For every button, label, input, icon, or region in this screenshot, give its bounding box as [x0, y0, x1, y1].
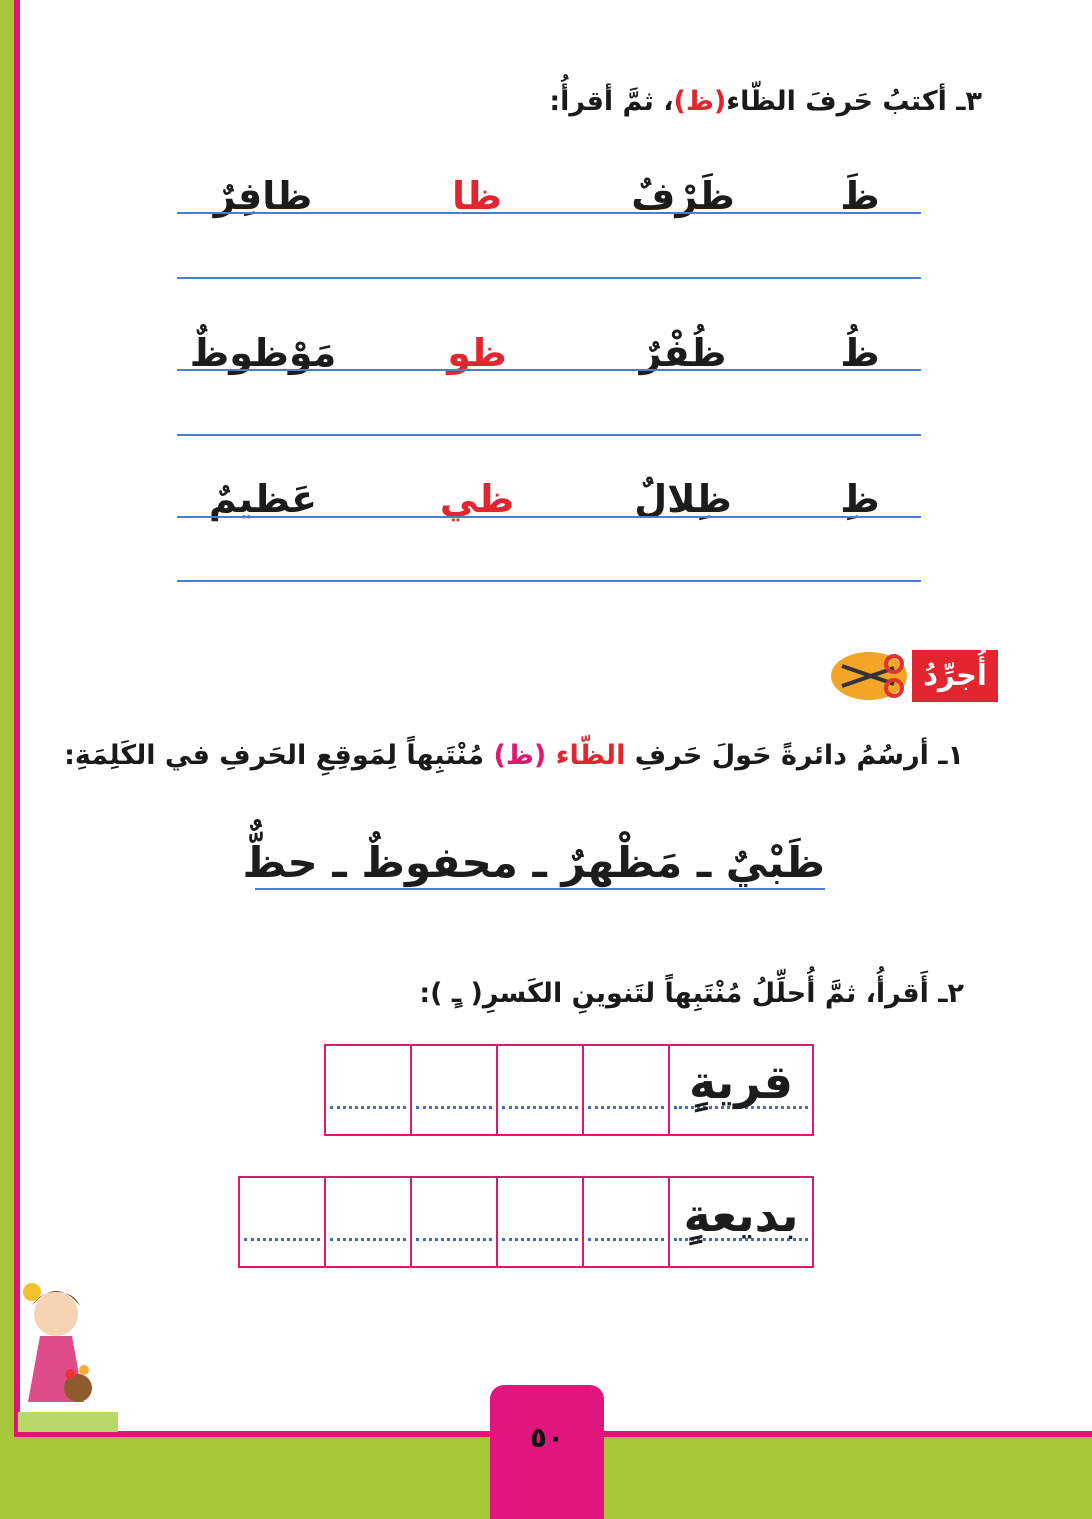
section1-heading-red: الظّاء — [555, 740, 626, 771]
section1-heading: ١ـ أرسُمُ دائرةً حَولَ حَرفِ الظّاء (ظ) … — [64, 740, 964, 771]
girl-illustration — [18, 1262, 118, 1432]
section3-heading-letter: (ظ) — [673, 86, 727, 117]
writing-line — [177, 516, 921, 518]
grid-cell[interactable] — [582, 1044, 670, 1136]
section1-heading-suffix: مُنْتَبِهاً لِمَوقِعِ الحَرفِ في الكَلِم… — [64, 740, 485, 771]
row3-syllable: ظي — [439, 477, 515, 521]
section3-heading-suffix: ، ثمَّ أقرأُ: — [549, 86, 674, 117]
writing-line — [177, 580, 921, 582]
scissors-icon — [828, 648, 910, 704]
section1-heading-text: ١ـ أرسُمُ دائرةً حَولَ حَرفِ — [634, 740, 964, 771]
word-qarya: قريةٍ — [689, 1055, 793, 1109]
section1-heading-letter: (ظ) — [493, 740, 547, 771]
word-badia: بديعةٍ — [683, 1188, 799, 1242]
section-tag: أُجرِّدُ — [912, 650, 998, 702]
grid-cell[interactable] — [496, 1044, 584, 1136]
grid-cell[interactable] — [238, 1176, 326, 1268]
left-border-band — [0, 0, 14, 1519]
writing-line — [255, 888, 825, 890]
grid-cell[interactable] — [496, 1176, 584, 1268]
section3-heading-text: ٣ـ أكتبُ حَرفَ الظّاء — [726, 86, 982, 117]
row3-letter: ظِ — [840, 477, 880, 521]
grid-cell[interactable] — [324, 1176, 412, 1268]
grid-cell[interactable] — [410, 1176, 498, 1268]
writing-line — [177, 434, 921, 436]
section3-heading: ٣ـ أكتبُ حَرفَ الظّاء(ظ)، ثمَّ أقرأُ: — [549, 86, 982, 117]
page-number: ٥٠ — [490, 1385, 604, 1519]
grid-cell[interactable] — [324, 1044, 412, 1136]
row3-word2: عَظيمٌ — [208, 477, 318, 521]
writing-line — [177, 277, 921, 279]
grid-cell[interactable] — [410, 1044, 498, 1136]
row3-word1: ظِلالٌ — [634, 477, 732, 521]
circle-words: ظَبْيٌ ـ مَظْهرٌ ـ محفوظٌ ـ حظٌّ — [242, 838, 825, 887]
section2-heading: ٢ـ أَقرأُ، ثمَّ أُحلِّلُ مُنْتَبِهاً لتَ… — [419, 978, 964, 1009]
writing-line — [177, 369, 921, 371]
grid-cell[interactable] — [582, 1176, 670, 1268]
writing-line — [177, 212, 921, 214]
